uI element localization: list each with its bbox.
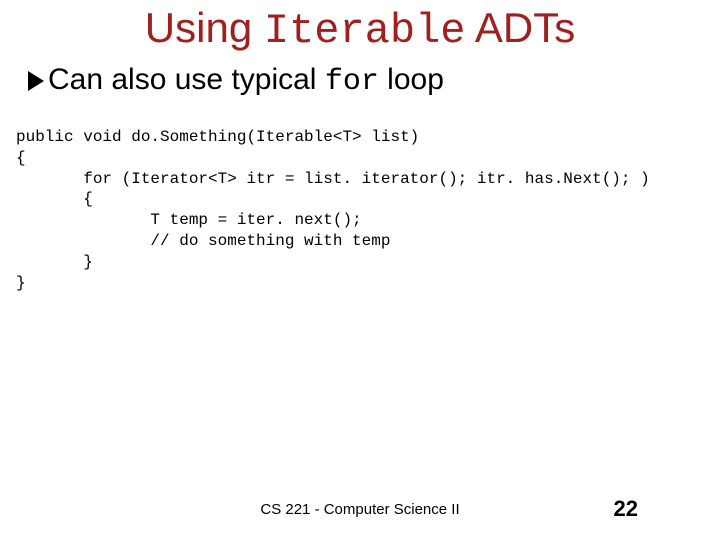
title-mono: Iterable (264, 7, 466, 55)
triangle-bullet-icon (28, 71, 44, 91)
bullet-row: Can also use typical for loop (28, 63, 720, 99)
footer-page-number: 22 (614, 496, 638, 522)
code-block: public void do.Something(Iterable<T> lis… (16, 127, 720, 293)
bullet-post: loop (379, 63, 444, 96)
bullet-pre: Can also use typical (48, 63, 325, 96)
footer-course: CS 221 - Computer Science II (260, 501, 459, 518)
slide-title: Using Iterable ADTs (0, 0, 720, 55)
bullet-text: Can also use typical for loop (48, 63, 444, 99)
title-post: ADTs (466, 4, 576, 51)
bullet-mono: for (325, 65, 379, 99)
title-pre: Using (145, 4, 264, 51)
